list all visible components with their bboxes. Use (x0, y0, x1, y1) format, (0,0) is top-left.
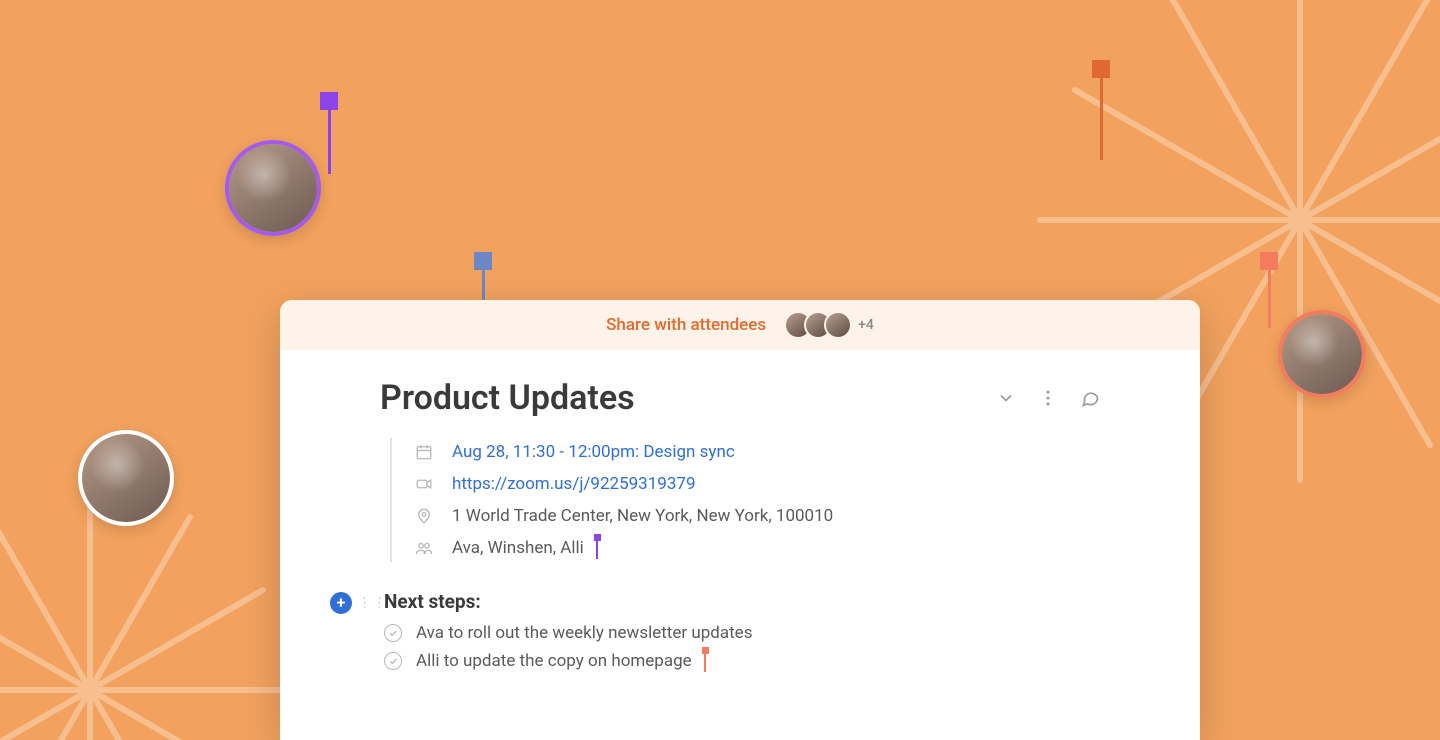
attendee-names: Ava, Winshen, Alli (452, 538, 584, 558)
collaborator-cursor (592, 540, 602, 558)
task-item[interactable]: Ava to roll out the weekly newsletter up… (384, 623, 1100, 643)
checkbox-icon[interactable] (384, 624, 402, 642)
avatar (824, 311, 852, 339)
pin-decoration (320, 92, 338, 174)
meeting-metadata: Aug 28, 11:30 - 12:00pm: Design sync htt… (390, 438, 1100, 562)
share-bar[interactable]: Share with attendees +4 (280, 300, 1200, 350)
video-icon (414, 475, 434, 493)
avatar (78, 430, 174, 526)
pin-decoration (1260, 252, 1278, 328)
document-card: Share with attendees +4 Product Updates (280, 300, 1200, 740)
page-title[interactable]: Product Updates (380, 378, 996, 418)
video-link[interactable]: https://zoom.us/j/92259319379 (452, 474, 696, 494)
section-heading[interactable]: Next steps: (384, 590, 1100, 613)
avatar (225, 140, 321, 236)
people-icon (414, 539, 434, 557)
meeting-datetime[interactable]: Aug 28, 11:30 - 12:00pm: Design sync (452, 442, 735, 462)
task-label: Alli to update the copy on homepage (416, 651, 692, 671)
drag-handle-icon[interactable]: ⋮⋮ (358, 596, 388, 611)
task-text: Ava to roll out the weekly newsletter up… (416, 623, 752, 643)
add-block-button[interactable]: + (330, 592, 352, 614)
pin-decoration (1092, 60, 1110, 160)
canvas: Share with attendees +4 Product Updates (0, 0, 1440, 740)
task-item[interactable]: Alli to update the copy on homepage (384, 651, 1100, 671)
task-text: Alli to update the copy on homepage (416, 651, 710, 671)
chevron-down-icon[interactable] (996, 388, 1016, 408)
next-steps-section: + ⋮⋮ Next steps: Ava to roll out the wee… (330, 590, 1100, 671)
comment-icon[interactable] (1080, 388, 1100, 408)
avatar (1278, 310, 1366, 398)
checkbox-icon[interactable] (384, 652, 402, 670)
calendar-icon (414, 443, 434, 461)
location-icon (414, 507, 434, 525)
attendee-list: Ava, Winshen, Alli (452, 538, 602, 558)
attendee-overflow: +4 (858, 317, 874, 333)
attendee-avatars: +4 (784, 311, 874, 339)
more-vertical-icon[interactable] (1038, 388, 1058, 408)
meeting-location: 1 World Trade Center, New York, New York… (452, 506, 833, 526)
collaborator-cursor (700, 653, 710, 671)
share-label: Share with attendees (606, 315, 766, 335)
